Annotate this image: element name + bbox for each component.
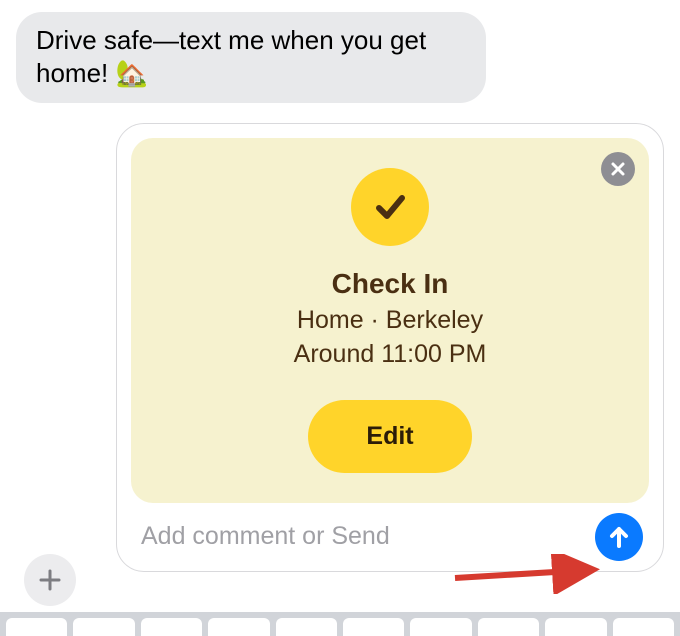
close-icon: [610, 161, 626, 177]
incoming-message-text: Drive safe—text me when you get home! 🏡: [36, 25, 426, 88]
comment-input[interactable]: Add comment or Send: [137, 516, 583, 557]
plus-icon: [37, 567, 63, 593]
keyboard-key[interactable]: [141, 618, 202, 636]
keyboard-key[interactable]: [73, 618, 134, 636]
checkin-time: Around 11:00 PM: [294, 338, 487, 372]
checkin-card: Check In Home · Berkeley Around 11:00 PM…: [131, 138, 649, 503]
send-button[interactable]: [595, 513, 643, 561]
attachment-card-container: Check In Home · Berkeley Around 11:00 PM…: [116, 123, 664, 572]
edit-button[interactable]: Edit: [308, 400, 471, 473]
checkin-title: Check In: [332, 268, 449, 300]
keyboard-key[interactable]: [545, 618, 606, 636]
checkin-location: Home · Berkeley: [297, 304, 483, 338]
arrow-up-icon: [606, 524, 632, 550]
keyboard-key[interactable]: [613, 618, 674, 636]
keyboard-preview: [0, 612, 680, 636]
keyboard-key[interactable]: [478, 618, 539, 636]
keyboard-key[interactable]: [208, 618, 269, 636]
keyboard-key[interactable]: [276, 618, 337, 636]
keyboard-key[interactable]: [410, 618, 471, 636]
add-attachment-button[interactable]: [24, 554, 76, 606]
checkin-badge: [351, 168, 429, 246]
checkmark-icon: [369, 186, 411, 228]
edit-button-label: Edit: [366, 422, 413, 450]
compose-row: Add comment or Send: [131, 503, 649, 565]
keyboard-key[interactable]: [6, 618, 67, 636]
keyboard-key[interactable]: [343, 618, 404, 636]
messages-screen: Drive safe—text me when you get home! 🏡 …: [0, 0, 680, 636]
close-button[interactable]: [601, 152, 635, 186]
incoming-message-bubble: Drive safe—text me when you get home! 🏡: [16, 12, 486, 103]
